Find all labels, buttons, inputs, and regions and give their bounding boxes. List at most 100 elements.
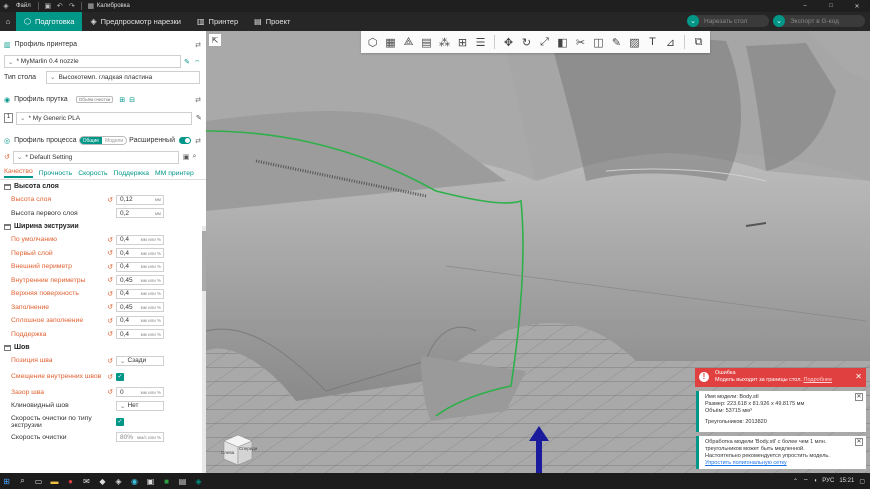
assembly-view-icon[interactable]: ⧉ — [690, 34, 707, 51]
subtab-speed[interactable]: Скорость — [78, 170, 107, 177]
reset-icon[interactable]: ↺ — [104, 276, 116, 284]
setting-input[interactable]: 0,12 мм — [116, 194, 164, 205]
subtab-quality[interactable]: Качество — [4, 168, 33, 178]
reset-icon[interactable]: ↺ — [104, 373, 116, 381]
split-parts-icon[interactable]: ⊞ — [454, 34, 471, 51]
reset-icon[interactable]: ↺ — [104, 263, 116, 271]
edit-icon[interactable]: ✎ — [196, 114, 202, 122]
filament-slot[interactable]: 1 — [4, 113, 13, 123]
reset-icon[interactable]: ↺ — [104, 249, 116, 257]
move-icon[interactable]: ✥ — [500, 34, 517, 51]
setting-input[interactable]: 80% мм/с или % — [116, 432, 164, 443]
close-icon[interactable]: ✕ — [855, 373, 862, 381]
seam-position-select[interactable]: ⌄ Сзади — [116, 355, 164, 366]
scale-icon[interactable]: ⤢ — [536, 34, 553, 51]
add-model-icon[interactable]: ⬡ — [364, 34, 381, 51]
simplify-mesh-link[interactable]: Упростить полигональную сетку — [705, 460, 854, 467]
arrange-icon[interactable]: ▤ — [418, 34, 435, 51]
settings-icon[interactable]: ⇄ — [195, 137, 201, 145]
advanced-switch[interactable] — [179, 137, 191, 144]
lay-on-face-icon[interactable]: ◧ — [554, 34, 571, 51]
seam-paint-icon[interactable]: ▨ — [626, 34, 643, 51]
reset-icon[interactable]: ↺ — [104, 290, 116, 298]
subtab-strength[interactable]: Прочность — [39, 170, 72, 177]
setting-input[interactable]: 0,2 мм — [116, 208, 164, 219]
subtab-multimaterial[interactable]: ММ принтер — [155, 170, 194, 177]
remove-filament-icon[interactable]: ⊟ — [129, 96, 135, 104]
close-icon[interactable]: ✕ — [844, 3, 870, 10]
reset-icon[interactable]: ↺ — [104, 388, 116, 396]
menu-file[interactable]: Файл — [12, 3, 35, 9]
setting-input[interactable]: 0,4 мм или % — [116, 288, 164, 299]
save-preset-icon[interactable]: ▣ — [183, 153, 190, 161]
subtab-support[interactable]: Поддержка — [114, 170, 149, 177]
volume-icon[interactable]: ◖ — [814, 478, 818, 484]
app-icon[interactable]: ▣ — [144, 475, 157, 488]
network-icon[interactable]: ⌔ — [803, 477, 809, 485]
setting-input[interactable]: 0,45 мм или % — [116, 302, 164, 313]
reset-icon[interactable]: ↺ — [4, 153, 10, 161]
close-icon[interactable]: ✕ — [855, 438, 863, 446]
wifi-icon[interactable]: ⌔ — [194, 59, 201, 68]
home-button[interactable]: ⌂ — [0, 12, 16, 31]
boolean-icon[interactable]: ◫ — [590, 34, 607, 51]
3d-viewport[interactable]: ⇱ ⬡ ▦ ⟁ ▤ ⁂ ⊞ ☰ ✥ ↻ ⤢ ◧ ✂ ◫ ✎ ▨ T ⊿ ⧉ Сл… — [206, 31, 870, 473]
slice-button[interactable]: ⌄ Нарезать стол — [687, 15, 769, 27]
tab-printer[interactable]: ▥ Принтер — [189, 12, 246, 31]
bed-type-select[interactable]: ⌄ Высокотемп. гладкая пластина — [46, 70, 200, 84]
close-icon[interactable]: ✕ — [855, 393, 863, 401]
error-details-link[interactable]: Подробнее — [804, 377, 833, 383]
app-icon[interactable]: ◉ — [128, 475, 141, 488]
auto-orient-icon[interactable]: ⟁ — [400, 34, 417, 51]
stagger-seams-checkbox[interactable]: ✓ — [116, 372, 124, 381]
add-filament-icon[interactable]: ⊞ — [119, 96, 125, 104]
wipe-speed-checkbox[interactable]: ✓ — [116, 417, 124, 426]
split-objects-icon[interactable]: ⁂ — [436, 34, 453, 51]
search-icon[interactable]: ⌕ — [193, 153, 197, 161]
search-icon[interactable]: ⌕ — [16, 475, 29, 488]
collapse-sidebar-button[interactable]: ⇱ — [209, 34, 221, 46]
tab-prepare[interactable]: ⬡ Подготовка — [16, 12, 83, 31]
support-paint-icon[interactable]: ✎ — [608, 34, 625, 51]
setting-input[interactable]: 0,4 мм или % — [116, 329, 164, 340]
text-icon[interactable]: T — [644, 34, 661, 51]
reset-icon[interactable]: ↺ — [104, 196, 116, 204]
setting-input[interactable]: 0,45 мм или % — [116, 275, 164, 286]
tab-preview[interactable]: ◈ Предпросмотр нарезки — [82, 12, 189, 31]
setting-input[interactable]: 0,4 мм или % — [116, 248, 164, 259]
keyboard-language[interactable]: РУС — [822, 478, 834, 484]
notifications-icon[interactable]: ▢ — [859, 478, 865, 485]
layers-list-icon[interactable]: ☰ — [472, 34, 489, 51]
explorer-icon[interactable]: ▬ — [48, 475, 61, 488]
task-view-icon[interactable]: ▭ — [32, 475, 45, 488]
save-icon[interactable]: ▣ — [42, 2, 54, 10]
app-icon[interactable]: ▤ — [176, 475, 189, 488]
flush-volume-button[interactable]: Объём очистки — [75, 96, 114, 103]
store-icon[interactable]: ◆ — [96, 475, 109, 488]
app-icon[interactable]: ◈ — [112, 475, 125, 488]
minimize-icon[interactable]: – — [792, 3, 818, 10]
setting-input[interactable]: 0,4 мм или % — [116, 261, 164, 272]
chevron-up-icon[interactable]: ⌃ — [793, 478, 798, 485]
plate-grid-icon[interactable]: ▦ — [382, 34, 399, 51]
setting-input[interactable]: 0,4 мм или % — [116, 315, 164, 326]
reset-icon[interactable]: ↺ — [104, 303, 116, 311]
browser-icon[interactable]: ● — [64, 475, 77, 488]
process-preset-select[interactable]: ⌄ * Default Setting — [12, 150, 179, 164]
view-cube[interactable]: Слева Спереди — [216, 429, 257, 469]
edit-icon[interactable]: ✎ — [184, 58, 190, 66]
process-mode-toggle[interactable]: Общие Модели — [78, 136, 128, 145]
printer-preset-select[interactable]: ⌄ * MyMarlin 0.4 nozzle ✎ — [4, 55, 190, 68]
reset-icon[interactable]: ↺ — [104, 357, 116, 365]
filament-preset-select[interactable]: ⌄ * My Generic PLA — [16, 111, 192, 125]
slicer-taskbar-icon[interactable]: ◈ — [192, 475, 205, 488]
reset-icon[interactable]: ↺ — [104, 330, 116, 338]
measure-icon[interactable]: ⊿ — [662, 34, 679, 51]
redo-icon[interactable]: ↷ — [66, 2, 78, 10]
reset-icon[interactable]: ↺ — [104, 236, 116, 244]
cut-icon[interactable]: ✂ — [572, 34, 589, 51]
maximize-icon[interactable]: □ — [818, 3, 844, 10]
app-icon[interactable]: ■ — [160, 475, 173, 488]
reset-icon[interactable]: ↺ — [104, 317, 116, 325]
rotate-icon[interactable]: ↻ — [518, 34, 535, 51]
